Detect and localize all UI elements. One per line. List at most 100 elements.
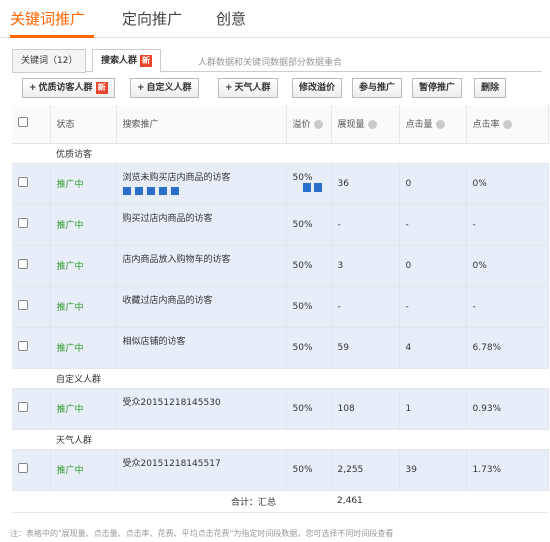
row-status: 推广中 xyxy=(50,204,117,246)
sort-icon[interactable] xyxy=(435,120,445,130)
row-status: 推广中 xyxy=(50,286,117,328)
group-label: 天气人群 xyxy=(50,429,548,450)
add-weather-audience-button[interactable]: + 天气人群 xyxy=(218,78,278,98)
row-clicks: 4 xyxy=(399,327,467,369)
user-icon[interactable] xyxy=(302,182,311,192)
total-impressions: 2,461 xyxy=(331,490,399,513)
footer-note: 注：表格中的"展现量、点击量、点击率、花费、平均点击花费"为指定时间段数据，您可… xyxy=(10,529,394,538)
subtab-search-audiences-label: 搜索人群 xyxy=(101,56,138,66)
row-clicks: 1 xyxy=(399,388,467,430)
row-bid: 50% xyxy=(286,245,332,287)
group-row: 自定义人群 xyxy=(12,368,548,389)
row-impressions: 36 xyxy=(331,163,400,205)
row-ctr: - xyxy=(466,204,549,246)
header-search-promotion: 搜索推广 xyxy=(116,105,287,144)
subtab-keywords[interactable]: 关键词（12） xyxy=(12,49,87,73)
row-checkbox[interactable] xyxy=(18,341,28,351)
join-promotion-button[interactable]: 参与推广 xyxy=(352,78,403,98)
row-status: 推广中 xyxy=(50,245,117,287)
report-icon[interactable] xyxy=(170,186,179,195)
trend-chart-icon[interactable] xyxy=(158,186,167,195)
header-bid[interactable]: 溢价 xyxy=(286,105,332,144)
row-checkbox[interactable] xyxy=(18,218,28,228)
sort-icon[interactable] xyxy=(502,120,512,130)
row-checkbox[interactable] xyxy=(18,463,28,473)
clipboard-icon[interactable] xyxy=(134,186,143,195)
header-ctr-label: 点击率 xyxy=(472,120,500,131)
row-impressions: 3 xyxy=(331,245,400,287)
row-ctr: 6.78% xyxy=(466,327,549,369)
add-custom-audience-label: 自定义人群 xyxy=(146,83,192,93)
row-ctr: 0.93% xyxy=(466,388,549,430)
group-label: 优质访客 xyxy=(50,143,548,164)
new-badge: 新 xyxy=(95,81,108,94)
table-row[interactable]: 推广中 购买过店内商品的访客 50% - - - xyxy=(12,204,549,246)
row-checkbox[interactable] xyxy=(18,402,28,412)
table-row[interactable]: 推广中 收藏过店内商品的访客 50% - - - xyxy=(12,286,549,328)
edit-bid-button[interactable]: 修改溢价 xyxy=(292,78,343,98)
row-status: 推广中 xyxy=(50,327,117,369)
add-quality-visitors-label: 优质访客人群 xyxy=(38,83,93,93)
row-bid: 50% xyxy=(286,286,332,328)
row-ctr: 0% xyxy=(466,163,549,205)
tab-targeted-promotion[interactable]: 定向推广 xyxy=(122,8,182,29)
tab-creative[interactable]: 创意 xyxy=(216,8,246,29)
plus-icon: + xyxy=(29,83,37,93)
row-clicks: 0 xyxy=(399,163,467,205)
tab-keyword-promotion[interactable]: 关键词推广 xyxy=(10,8,85,29)
header-impressions-label: 展现量 xyxy=(337,120,365,131)
header-clicks[interactable]: 点击量 xyxy=(399,105,467,144)
row-bid: 50% xyxy=(286,449,332,491)
row-bid: 50% xyxy=(286,388,332,430)
row-name: 购买过店内商品的访客 xyxy=(116,204,287,246)
group-row: 优质访客 xyxy=(12,143,548,164)
add-quality-visitors-button[interactable]: + 优质访客人群新 xyxy=(22,78,115,98)
row-status: 推广中 xyxy=(50,449,117,491)
top-nav: 关键词推广 定向推广 创意 xyxy=(0,0,550,38)
header-ctr[interactable]: 点击率 xyxy=(466,105,549,144)
row-checkbox[interactable] xyxy=(18,300,28,310)
table-header-row: 状态 搜索推广 溢价 展现量 点击量 点击率 xyxy=(12,105,549,144)
table-row[interactable]: 推广中 受众20151218145530 50% 108 1 0.93% xyxy=(12,388,549,430)
pause-icon[interactable] xyxy=(122,186,131,195)
total-row: 合计：汇总 2,461 xyxy=(12,490,548,513)
header-impressions[interactable]: 展现量 xyxy=(331,105,400,144)
add-custom-audience-button[interactable]: + 自定义人群 xyxy=(130,78,199,98)
row-ctr: - xyxy=(466,286,549,328)
group-label: 自定义人群 xyxy=(50,368,548,389)
row-ctr: 1.73% xyxy=(466,449,549,491)
select-all-checkbox[interactable] xyxy=(18,117,28,128)
active-tab-underline xyxy=(10,35,94,38)
table-row[interactable]: 推广中 店内商品放入购物车的访客 50% 3 0 0% xyxy=(12,245,549,287)
bid-icons xyxy=(302,182,325,195)
subtab-search-audiences[interactable]: 搜索人群新 xyxy=(92,49,162,73)
row-action-icons xyxy=(122,186,286,198)
row-name: 收藏过店内商品的访客 xyxy=(116,286,287,328)
row-name: 相似店铺的访客 xyxy=(116,327,287,369)
header-clicks-label: 点击量 xyxy=(405,120,433,131)
row-impressions: - xyxy=(331,286,400,328)
row-checkbox[interactable] xyxy=(18,177,28,187)
row-bid: 50% xyxy=(286,204,332,246)
table-row[interactable]: 推广中 浏览未购买店内商品的访客 50% 36 0 0% xyxy=(12,163,549,205)
header-select-all[interactable] xyxy=(12,105,51,144)
pause-promotion-button[interactable]: 暂停推广 xyxy=(412,78,463,98)
table-row[interactable]: 推广中 受众20151218145517 50% 2,255 39 1.73% xyxy=(12,449,549,491)
pencil-edit-icon[interactable] xyxy=(313,182,322,192)
overlap-note: 人群数据和关键词数据部分数据重合 xyxy=(198,58,343,68)
audience-table: 状态 搜索推广 溢价 展现量 点击量 点击率 优质访客 推广中 浏览未购买店内商… xyxy=(12,105,549,513)
row-checkbox[interactable] xyxy=(18,259,28,269)
sort-icon[interactable] xyxy=(367,120,377,130)
row-impressions: - xyxy=(331,204,400,246)
row-clicks: - xyxy=(399,286,467,328)
sub-tabs: 关键词（12） 搜索人群新 人群数据和关键词数据部分数据重合 xyxy=(12,44,542,73)
row-clicks: - xyxy=(399,204,467,246)
trash-icon[interactable] xyxy=(146,186,155,195)
row-name: 浏览未购买店内商品的访客 xyxy=(122,172,231,183)
table-row[interactable]: 推广中 相似店铺的访客 50% 59 4 6.78% xyxy=(12,327,549,369)
plus-icon: + xyxy=(137,83,145,93)
add-weather-audience-label: 天气人群 xyxy=(234,83,271,93)
sort-icon[interactable] xyxy=(313,120,323,130)
delete-button[interactable]: 删除 xyxy=(474,78,507,98)
total-label: 合计：汇总 xyxy=(116,490,286,513)
